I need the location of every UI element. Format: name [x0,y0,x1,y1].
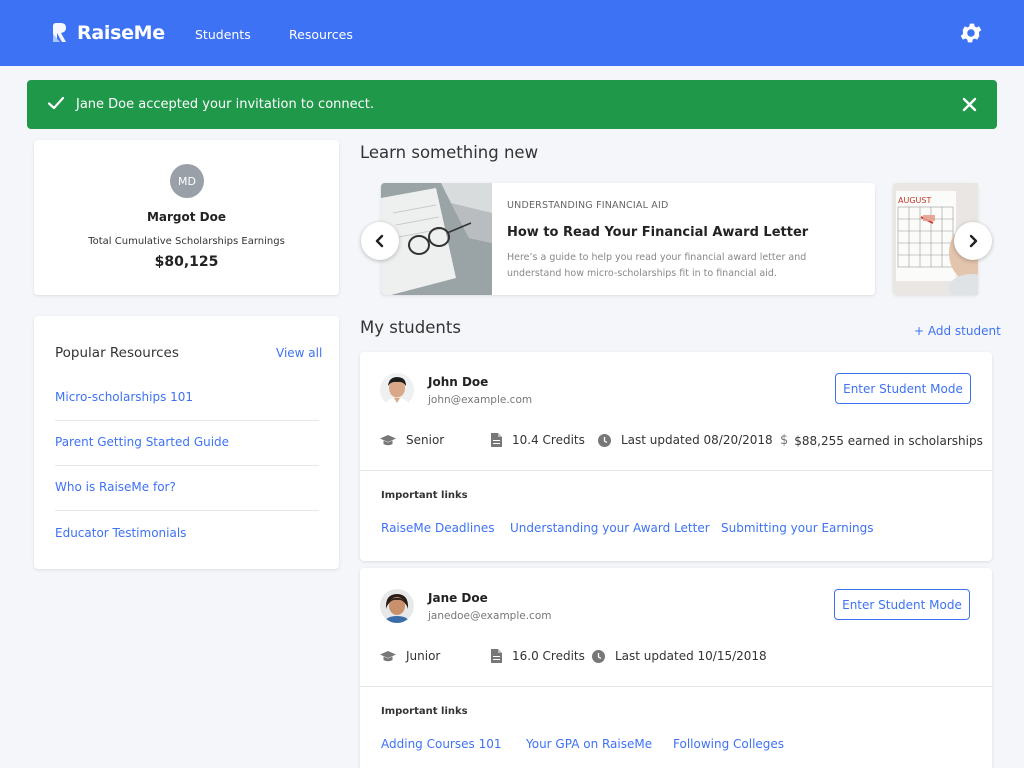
student-avatar [380,373,414,407]
chevron-left-icon [375,234,384,248]
important-link[interactable]: Adding Courses 101 [381,737,501,751]
divider [55,420,319,421]
resource-link[interactable]: Who is RaiseMe for? [55,480,176,494]
document-icon [491,649,502,663]
clock-icon [598,433,611,447]
profile-name: Margot Doe [146,210,227,224]
stat-earned: $ $88,255 earned in scholarships [780,433,983,448]
student-email: john@example.com [428,394,533,406]
check-icon [47,96,65,110]
stat-credits: 10.4 Credits [491,433,585,447]
close-icon[interactable] [961,96,978,113]
article-description: Here’s a guide to help you read your fin… [507,252,807,279]
learn-section-title: Learn something new [360,143,539,162]
student-grade: Junior [406,649,441,663]
student-last-updated: Last updated 08/20/2018 [621,433,773,447]
divider [360,686,992,687]
nav-resources[interactable]: Resources [289,27,353,42]
stat-grade: Senior [380,433,444,447]
divider [360,470,992,471]
divider [55,465,319,466]
stat-updated: Last updated 10/15/2018 [592,649,767,663]
student-email: janedoe@example.com [428,610,552,622]
stat-updated: Last updated 08/20/2018 [598,433,773,447]
nav-students[interactable]: Students [195,27,251,42]
graduation-cap-icon [380,435,396,446]
students-section-title: My students [360,318,461,337]
view-all-link[interactable]: View all [276,346,322,360]
carousel-prev-button[interactable] [361,222,399,260]
graduation-cap-icon [380,651,396,662]
student-photo [380,373,414,407]
stat-grade: Junior [380,649,440,663]
top-nav-bar: RaiseMe Students Resources [0,0,1024,66]
important-link[interactable]: Following Colleges [673,737,784,751]
important-link[interactable]: Your GPA on RaiseMe [526,737,652,751]
student-avatar [380,589,414,623]
carousel-next-button[interactable] [954,222,992,260]
dollar-icon: $ [780,433,789,448]
add-student-link[interactable]: + Add student [914,324,1001,338]
student-credits: 10.4 Credits [512,433,585,447]
student-name: John Doe [428,375,489,389]
important-link[interactable]: RaiseMe Deadlines [381,521,494,535]
student-earned: $88,255 earned in scholarships [794,433,983,448]
student-credits: 16.0 Credits [512,649,585,663]
resource-link[interactable]: Educator Testimonials [55,526,186,540]
article-category: UNDERSTANDING FINANCIAL AID [507,200,669,211]
important-links-label: Important links [381,490,468,501]
important-links-label: Important links [381,706,468,717]
enter-student-mode-button[interactable]: Enter Student Mode [834,589,970,620]
raiseme-logo[interactable]: RaiseMe [51,22,165,44]
important-link[interactable]: Submitting your Earnings [721,521,874,535]
earnings-amount: $80,125 [154,254,219,270]
resource-link[interactable]: Parent Getting Started Guide [55,435,229,449]
student-grade: Senior [406,433,445,447]
earnings-label: Total Cumulative Scholarships Earnings [88,236,285,247]
gear-icon[interactable] [958,20,984,46]
student-name: Jane Doe [428,591,488,605]
resource-link[interactable]: Micro-scholarships 101 [55,390,193,404]
brand-name: RaiseMe [77,22,165,44]
clock-icon [592,649,605,663]
enter-student-mode-button[interactable]: Enter Student Mode [835,373,971,404]
stat-credits: 16.0 Credits [491,649,585,663]
important-link[interactable]: Understanding your Award Letter [510,521,710,535]
divider [55,510,319,511]
document-icon [491,433,502,447]
student-last-updated: Last updated 10/15/2018 [615,649,767,663]
calendar-month: AUGUST [898,196,931,205]
raiseme-logo-icon [53,23,66,42]
article-title[interactable]: How to Read Your Financial Award Letter [507,225,808,240]
alert-message: Jane Doe accepted your invitation to con… [76,97,375,112]
student-photo [380,589,414,623]
popular-resources-title: Popular Resources [55,345,179,361]
avatar: MD [170,164,204,198]
chevron-right-icon [969,234,978,248]
